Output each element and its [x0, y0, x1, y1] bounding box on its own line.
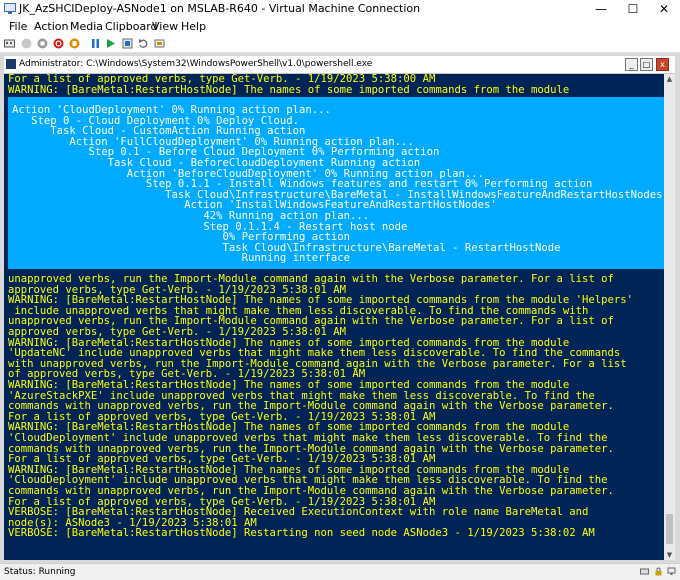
powershell-console[interactable]: For a list of approved verbs, type Get-V… — [4, 74, 664, 560]
toolbar — [0, 35, 680, 53]
console-line: unapproved verbs, run the Import-Module … — [8, 273, 614, 285]
progress-line: Action 'CloudDeployment' 0% Running acti… — [12, 104, 331, 116]
maximize-button[interactable]: ☐ — [617, 0, 649, 18]
save-icon[interactable] — [69, 38, 80, 49]
status-bar: Status: Running — [0, 563, 680, 580]
progress-block: Action 'CloudDeployment' 0% Running acti… — [8, 97, 664, 269]
menu-clipboard[interactable]: Clipboard — [105, 20, 158, 33]
powershell-minimize-button[interactable]: _ — [625, 58, 638, 71]
progress-line: 42% Running action plan... — [12, 210, 370, 222]
status-text: Status: Running — [4, 567, 76, 577]
start-icon[interactable] — [21, 38, 32, 49]
keyboard-icon — [640, 568, 649, 575]
scroll-up-icon[interactable]: ▲ — [664, 74, 675, 84]
scroll-down-icon[interactable]: ▼ — [664, 550, 675, 560]
revert-icon[interactable] — [138, 38, 149, 49]
console-line: WARNING: [BareMetal:RestartHostNode] The… — [8, 379, 570, 391]
enhanced-session-icon[interactable] — [154, 38, 165, 49]
console-line: VERBOSE: [BareMetal:RestartHostNode] Res… — [8, 527, 595, 540]
window-title: JK_AzSHCIDeploy-ASNode1 on MSLAB-R640 - … — [19, 2, 421, 15]
minimize-button[interactable]: — — [585, 0, 617, 18]
menu-bar: File Action Media Clipboard View Help — [0, 18, 680, 35]
shutdown-icon[interactable] — [53, 38, 64, 49]
console-line: 'CloudDeployment' include unapproved ver… — [8, 432, 608, 444]
vm-connection-icon — [4, 3, 16, 14]
lock-icon — [655, 567, 662, 576]
powershell-icon — [6, 59, 16, 69]
network-icon — [667, 567, 676, 575]
close-button[interactable]: ✕ — [648, 0, 680, 18]
menu-view[interactable]: View — [152, 20, 178, 33]
powershell-close-button[interactable]: x — [656, 58, 669, 71]
console-line: commands with unapproved verbs, run the … — [8, 485, 614, 497]
menu-media[interactable]: Media — [70, 20, 103, 33]
checkpoint-icon[interactable] — [122, 38, 133, 49]
turn-off-icon[interactable] — [37, 38, 48, 49]
ctrl-alt-del-icon[interactable] — [4, 38, 15, 49]
console-line: For a list of approved verbs, type Get-V… — [8, 74, 436, 85]
window-titlebar: JK_AzSHCIDeploy-ASNode1 on MSLAB-R640 - … — [0, 0, 680, 18]
progress-line: Task Cloud - BeforeCloudDeployment Runni… — [12, 157, 421, 169]
pause-icon[interactable] — [90, 38, 101, 49]
reset-icon[interactable] — [106, 38, 117, 49]
console-line: WARNING: [BareMetal:RestartHostNode] The… — [8, 83, 570, 96]
powershell-title: Administrator: C:\Windows\System32\Windo… — [19, 59, 373, 69]
powershell-maximize-button[interactable]: □ — [640, 58, 653, 71]
progress-line: Running interface — [12, 252, 351, 265]
console-scrollbar[interactable]: ▲ ▼ — [664, 74, 675, 560]
menu-help[interactable]: Help — [181, 20, 206, 33]
console-line: approved verbs, type Get-Verb. - 1/19/20… — [8, 326, 347, 338]
menu-file[interactable]: File — [9, 20, 27, 33]
powershell-titlebar: Administrator: C:\Windows\System32\Windo… — [4, 56, 675, 74]
scroll-thumb[interactable] — [666, 514, 673, 544]
menu-action[interactable]: Action — [34, 20, 68, 33]
